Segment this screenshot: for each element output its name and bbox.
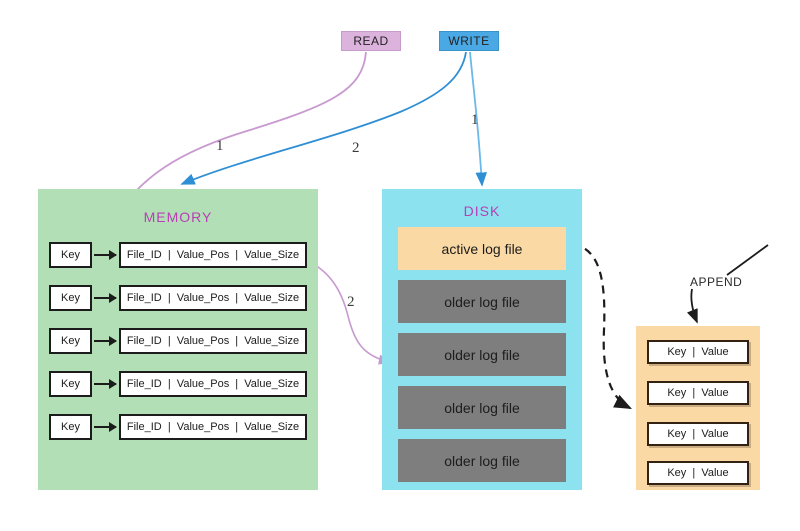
older-log-file-box: older log file xyxy=(398,386,566,429)
memory-pointer-arrow-icon xyxy=(94,250,117,260)
arrow-label-write-step2: 2 xyxy=(352,140,360,156)
memory-entry-box: File_ID | Value_Pos | Value_Size xyxy=(119,414,307,440)
older-log-file-box: older log file xyxy=(398,439,566,482)
memory-pointer-arrow-icon xyxy=(94,336,117,346)
memory-key-box: Key xyxy=(49,285,92,311)
memory-panel: MEMORY Key File_ID | Value_Pos | Value_S… xyxy=(38,189,318,490)
log-file-entries-panel: Key | Value Key | Value Key | Value Key … xyxy=(636,326,760,490)
log-entry-row: Key | Value xyxy=(647,381,749,405)
memory-key-box: Key xyxy=(49,328,92,354)
log-entry-row: Key | Value xyxy=(647,422,749,446)
older-log-file-box: older log file xyxy=(398,333,566,376)
active-log-file-box: active log file xyxy=(398,227,566,270)
memory-row: Key File_ID | Value_Pos | Value_Size xyxy=(49,242,307,268)
memory-row: Key File_ID | Value_Pos | Value_Size xyxy=(49,414,307,440)
arrow-label-memory-step2: 2 xyxy=(347,294,355,310)
memory-panel-title: MEMORY xyxy=(143,209,213,225)
memory-row: Key File_ID | Value_Pos | Value_Size xyxy=(49,328,307,354)
memory-pointer-arrow-icon xyxy=(94,422,117,432)
memory-pointer-arrow-icon xyxy=(94,379,117,389)
append-arrow-tail xyxy=(726,244,769,276)
memory-row: Key File_ID | Value_Pos | Value_Size xyxy=(49,285,307,311)
older-log-file-box: older log file xyxy=(398,280,566,323)
memory-entry-box: File_ID | Value_Pos | Value_Size xyxy=(119,242,307,268)
memory-key-box: Key xyxy=(49,414,92,440)
arrow-write-to-memory xyxy=(180,51,467,185)
append-label: APPEND xyxy=(690,275,743,289)
write-operation-label: WRITE xyxy=(439,31,499,51)
arrow-label-read-step1: 1 xyxy=(216,138,224,154)
memory-row: Key File_ID | Value_Pos | Value_Size xyxy=(49,371,307,397)
log-entry-row: Key | Value xyxy=(647,340,749,364)
diagram-canvas: READ WRITE 1 2 1 2 MEMORY Key File_ID | … xyxy=(0,0,800,531)
memory-entry-box: File_ID | Value_Pos | Value_Size xyxy=(119,285,307,311)
log-entry-row: Key | Value xyxy=(647,461,749,485)
disk-panel: DISK active log file older log file olde… xyxy=(382,189,582,490)
memory-entry-box: File_ID | Value_Pos | Value_Size xyxy=(119,328,307,354)
memory-key-box: Key xyxy=(49,371,92,397)
memory-entry-box: File_ID | Value_Pos | Value_Size xyxy=(119,371,307,397)
memory-key-box: Key xyxy=(49,242,92,268)
append-arrow-head xyxy=(686,288,698,324)
disk-panel-title: DISK xyxy=(463,203,501,219)
arrow-label-write-step1: 1 xyxy=(471,112,479,128)
read-operation-label: READ xyxy=(341,31,401,51)
memory-pointer-arrow-icon xyxy=(94,293,117,303)
